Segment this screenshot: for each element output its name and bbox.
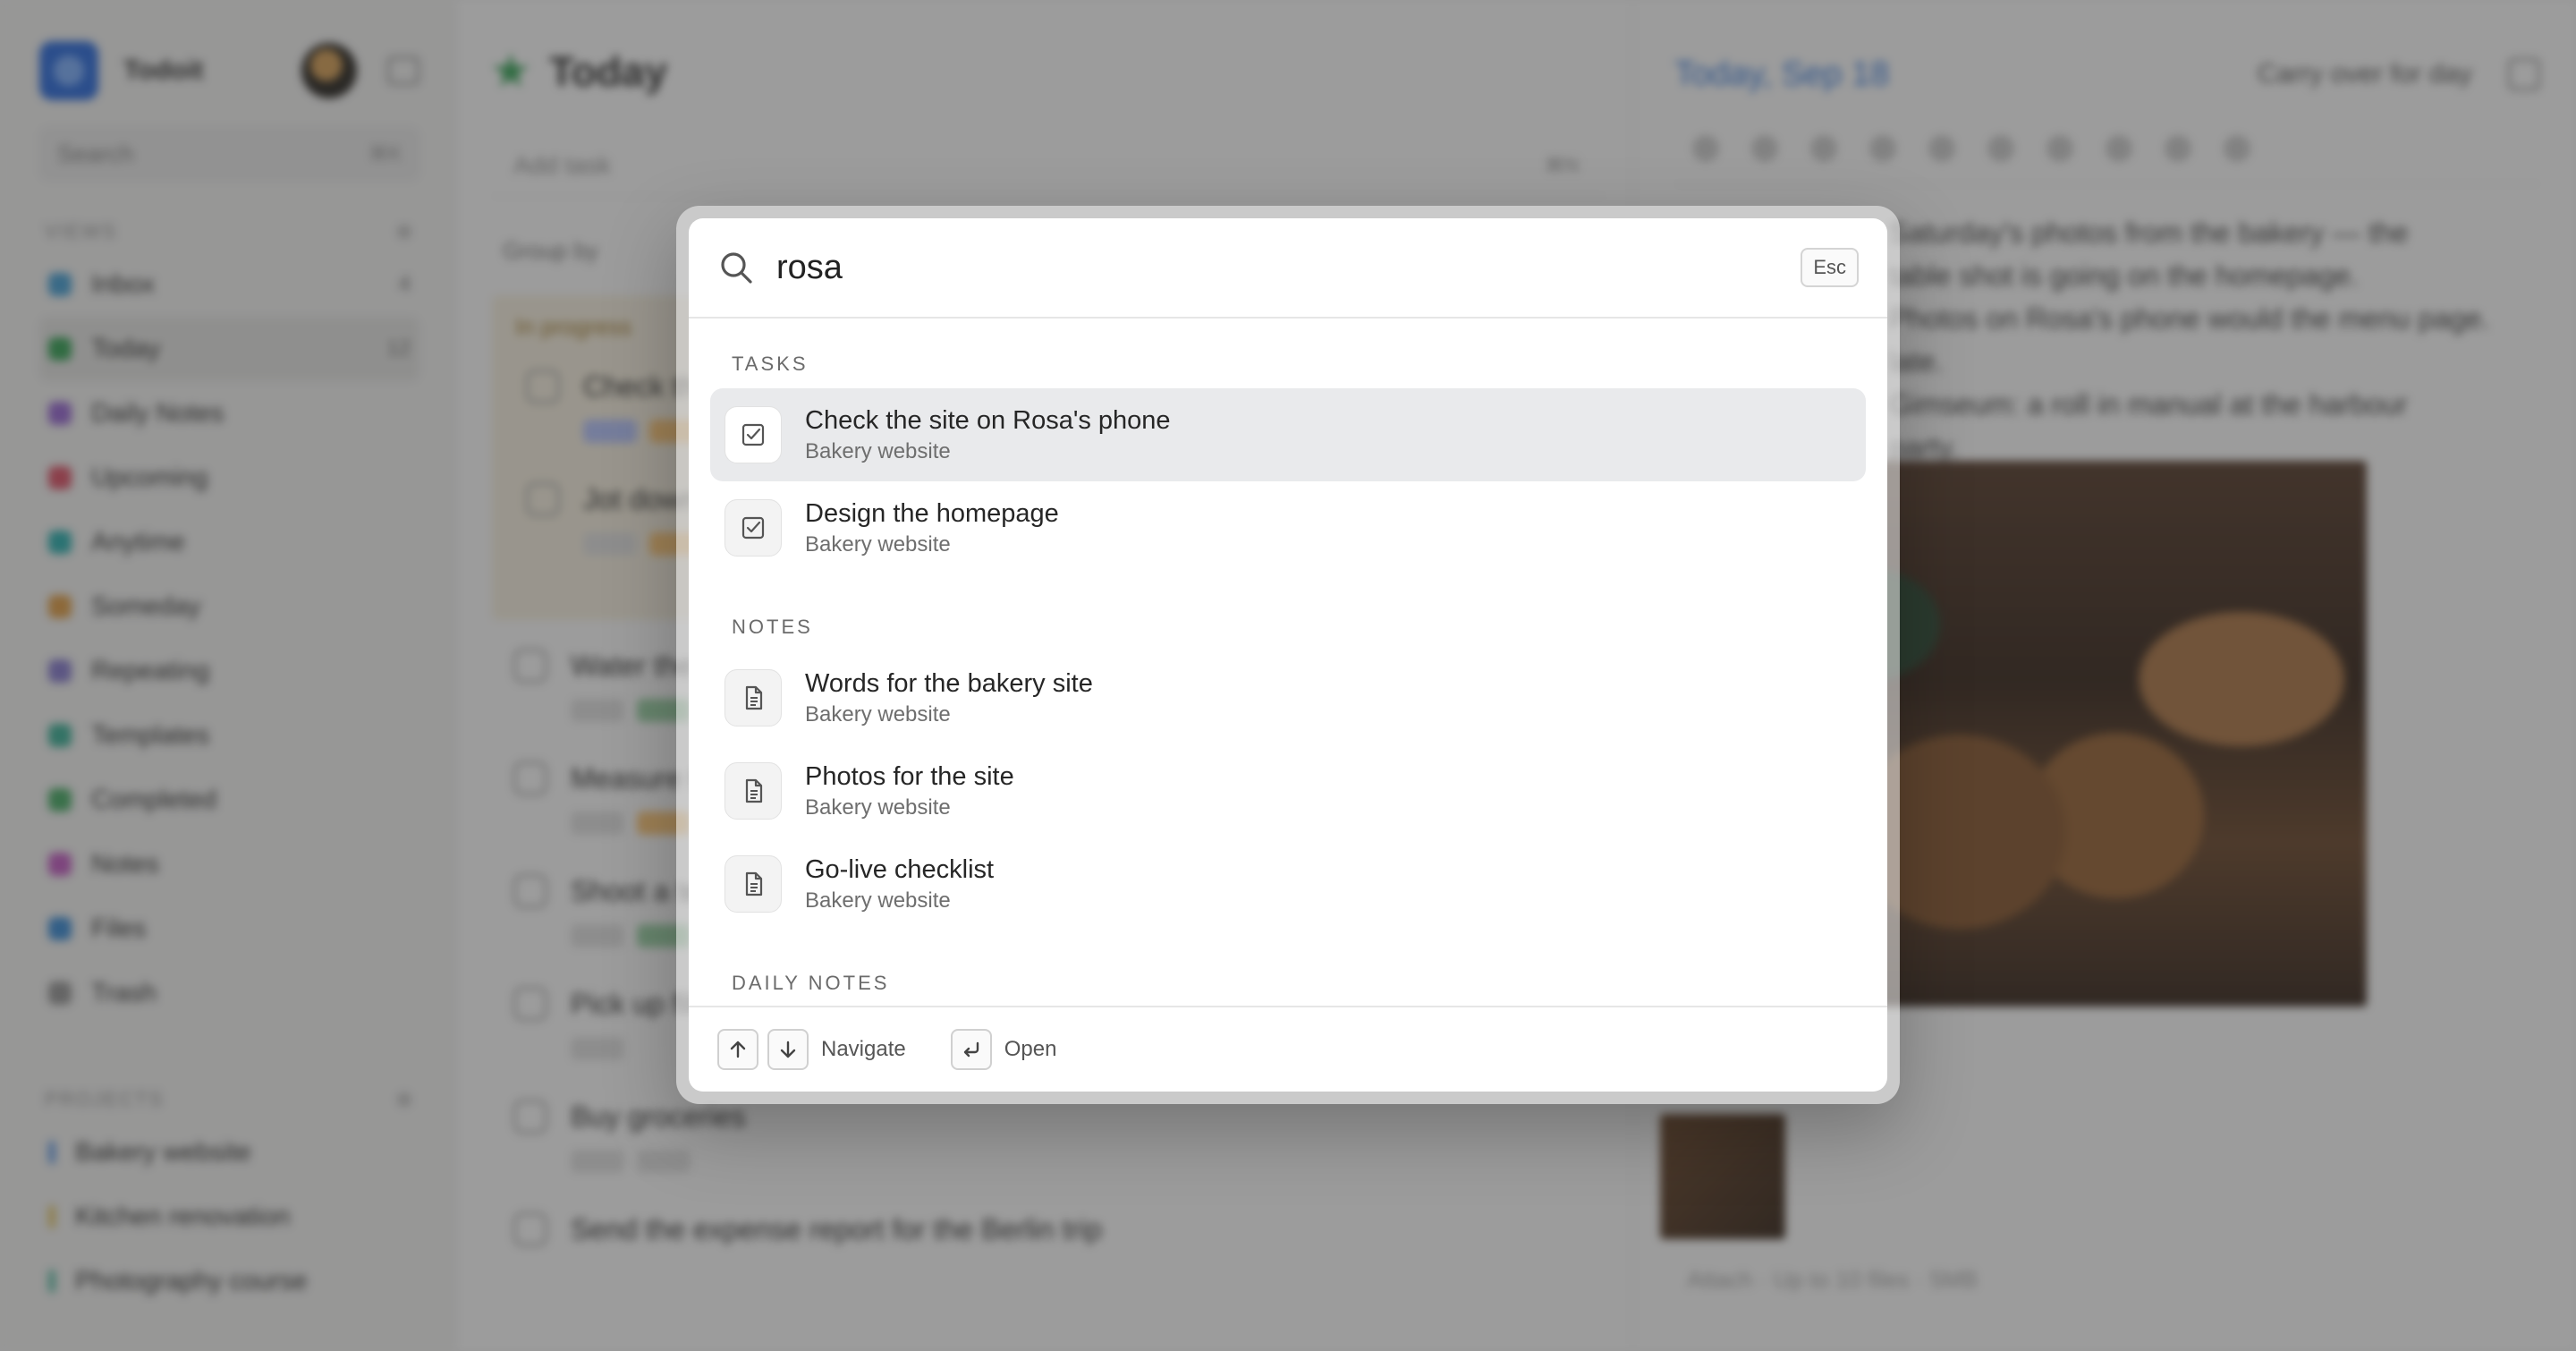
- palette-search-bar: Esc: [689, 218, 1887, 319]
- arrow-up-key-icon: [717, 1029, 758, 1070]
- arrow-down-key-icon: [767, 1029, 809, 1070]
- palette-search-input[interactable]: [776, 248, 1801, 287]
- result-group-label: DAILY NOTES: [732, 972, 890, 994]
- result-subtitle: Bakery website: [805, 702, 951, 726]
- palette-results: TASKS Check the site on Rosa's phone Baker…: [689, 319, 1887, 1006]
- navigate-hint: Navigate: [821, 1037, 906, 1061]
- search-icon: [721, 252, 752, 284]
- checkbox-icon: [724, 406, 782, 463]
- result-title: Design the homepage: [805, 499, 1059, 528]
- search-result[interactable]: Words for the bakery site Bakery website: [710, 651, 1866, 744]
- search-result[interactable]: Check the site on Rosa's phone Bakery web…: [710, 388, 1866, 481]
- result-subtitle: Bakery website: [805, 888, 951, 913]
- open-hint: Open: [1004, 1037, 1057, 1061]
- result-subtitle: Bakery website: [805, 532, 951, 557]
- result-title: Check the site on Rosa's phone: [805, 406, 1171, 435]
- result-title: Photos for the site: [805, 762, 1014, 791]
- search-result[interactable]: Design the homepage Bakery website: [710, 481, 1866, 574]
- document-icon: [724, 669, 782, 726]
- esc-key-badge[interactable]: Esc: [1801, 248, 1859, 287]
- result-title: Words for the bakery site: [805, 669, 1093, 698]
- palette-footer: Navigate Open: [689, 1006, 1887, 1092]
- result-subtitle: Bakery website: [805, 795, 951, 820]
- document-icon: [724, 855, 782, 913]
- result-group-label: NOTES: [732, 616, 813, 638]
- result-subtitle: Bakery website: [805, 439, 951, 463]
- checkbox-icon: [724, 499, 782, 557]
- document-icon: [724, 762, 782, 820]
- search-result[interactable]: Photos for the site Bakery website: [710, 744, 1866, 837]
- search-palette: Esc TASKS Check the site on Rosa's phone B…: [676, 206, 1900, 1104]
- search-result[interactable]: Go-live checklist Bakery website: [710, 837, 1866, 930]
- result-group-label: TASKS: [732, 353, 809, 375]
- result-title: Go-live checklist: [805, 855, 995, 884]
- enter-key-icon: [950, 1029, 992, 1070]
